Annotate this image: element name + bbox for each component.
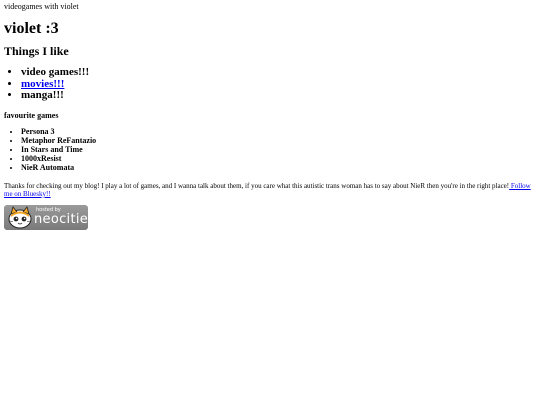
movies-link[interactable]: movies!!!	[21, 78, 64, 90]
badge-neocities-label: neocities	[34, 212, 96, 228]
badge-text: hosted by neocities	[34, 207, 95, 227]
favourite-games-heading: favourite games	[4, 111, 59, 121]
list-item: Persona 3	[21, 127, 536, 136]
list-item: video games!!!	[21, 67, 536, 79]
page-title: violet :3	[4, 19, 59, 37]
list-item: NieR Automata	[21, 163, 536, 172]
neocities-cat-icon	[8, 206, 32, 229]
intro-paragraph: Thanks for checking out my blog! I play …	[4, 182, 534, 199]
likes-list: video games!!! movies!!! manga!!!	[4, 67, 536, 102]
list-item: 1000xResist	[21, 154, 536, 163]
things-i-like-heading: Things I like	[4, 43, 69, 58]
list-item: movies!!!	[21, 78, 536, 91]
games-list: Persona 3 Metaphor ReFantazio In Stars a…	[4, 127, 536, 173]
list-item: manga!!!	[21, 90, 536, 102]
intro-text: Thanks for checking out my blog! I play …	[4, 181, 510, 190]
neocities-badge[interactable]: hosted by neocities	[4, 205, 95, 231]
list-item: In Stars and Time	[21, 145, 536, 154]
list-item: Metaphor ReFantazio	[21, 136, 536, 145]
site-title: videogames with violet	[4, 2, 79, 11]
